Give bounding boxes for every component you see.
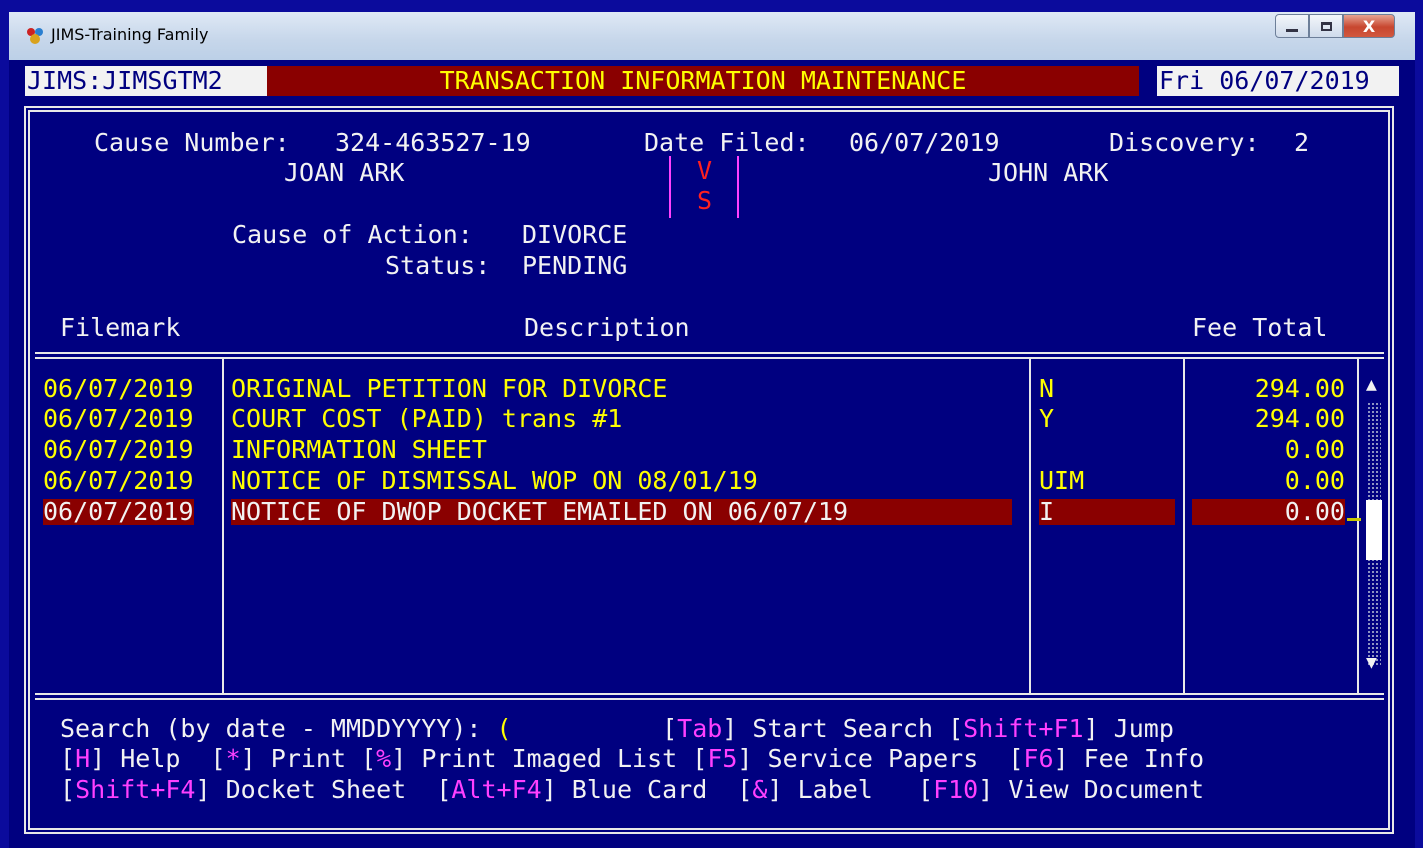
scroll-up-arrow-icon[interactable]: ▲ <box>1366 374 1377 395</box>
row-filemark: 06/07/2019 <box>43 497 194 526</box>
row-fee: 294.00 <box>1254 404 1345 433</box>
docket-sheet-command[interactable]: Docket Sheet <box>226 775 407 804</box>
row-code: UIM <box>1039 466 1085 495</box>
column-header-fee-total: Fee Total <box>1192 313 1328 342</box>
row-code: N <box>1039 374 1055 403</box>
window-controls: X <box>1275 14 1395 38</box>
discovery-value: 2 <box>1294 128 1310 157</box>
cause-number-value: 324-463527-19 <box>335 128 531 157</box>
col-divider-code <box>1029 357 1031 693</box>
row-description: COURT COST (PAID) trans #1 <box>231 404 623 433</box>
screen-title: TRANSACTION INFORMATION MAINTENANCE <box>267 66 1139 96</box>
status-label: Status: <box>385 251 491 280</box>
column-header-description: Description <box>524 313 690 342</box>
help-command[interactable]: Help <box>120 744 180 773</box>
help-key[interactable]: H <box>75 744 90 773</box>
vs-v: V <box>697 156 713 185</box>
row-description: NOTICE OF DISMISSAL WOP ON 08/01/19 <box>231 466 758 495</box>
row-description: INFORMATION SHEET <box>231 435 487 464</box>
close-button[interactable]: X <box>1343 14 1395 38</box>
terminal-console: JIMS:JIMSGTM2 TRANSACTION INFORMATION MA… <box>17 60 1399 840</box>
print-imaged-command[interactable]: Print Imaged List <box>421 744 677 773</box>
minimize-icon <box>1286 28 1298 32</box>
vs-divider-left <box>669 156 671 218</box>
row-fee: 0.00 <box>1192 499 1345 525</box>
maximize-button[interactable] <box>1309 14 1343 38</box>
jims-app-icon <box>27 28 43 44</box>
row-filemark: 06/07/2019 <box>43 466 194 495</box>
blue-card-command[interactable]: Blue Card <box>572 775 707 804</box>
scrollbar-thumb[interactable] <box>1366 500 1382 560</box>
row-fee: 0.00 <box>1284 466 1345 495</box>
docket-key[interactable]: Shift+F4 <box>75 775 195 804</box>
defendant-name: JOHN ARK <box>988 158 1109 187</box>
col-divider-fee <box>1183 357 1185 693</box>
view-document-command[interactable]: View Document <box>1008 775 1204 804</box>
date-filed-label: Date Filed: <box>644 128 810 157</box>
text-cursor <box>1347 518 1361 521</box>
print-imaged-key[interactable]: % <box>376 744 391 773</box>
vs-divider-right <box>737 156 739 218</box>
cause-of-action-value: DIVORCE <box>522 220 628 249</box>
row-description: NOTICE OF DWOP DOCKET EMAILED ON 06/07/1… <box>231 499 1012 525</box>
scroll-down-arrow-icon[interactable]: ▼ <box>1366 652 1377 673</box>
print-command[interactable]: Print <box>271 744 346 773</box>
view-key[interactable]: F10 <box>933 775 978 804</box>
table-top-rule-2 <box>35 357 1384 359</box>
start-search-command[interactable]: Start Search <box>752 714 933 743</box>
discovery-label: Discovery: <box>1109 128 1260 157</box>
row-code: Y <box>1039 404 1055 433</box>
service-key[interactable]: F5 <box>707 744 737 773</box>
command-line-1: [H] Help [*] Print [%] Print Imaged List… <box>60 744 1205 773</box>
table-bottom-rule-2 <box>35 698 1384 700</box>
row-filemark: 06/07/2019 <box>43 435 194 464</box>
window-titlebar[interactable]: JIMS-Training Family X <box>9 12 1415 60</box>
search-label: Search (by date - MMDDYYYY): <box>60 714 482 743</box>
row-description: ORIGINAL PETITION FOR DIVORCE <box>231 374 668 403</box>
command-line-2: [Shift+F4] Docket Sheet [Alt+F4] Blue Ca… <box>60 775 1205 804</box>
row-filemark: 06/07/2019 <box>43 374 194 403</box>
blue-card-key[interactable]: Alt+F4 <box>451 775 541 804</box>
jump-key[interactable]: Shift+F1 <box>963 714 1083 743</box>
date-filed-value: 06/07/2019 <box>849 128 1000 157</box>
plaintiff-name: JOAN ARK <box>284 158 405 187</box>
minimize-button[interactable] <box>1275 14 1309 38</box>
label-key[interactable]: & <box>752 775 767 804</box>
col-divider-scroll <box>1357 357 1359 693</box>
service-papers-command[interactable]: Service Papers <box>768 744 979 773</box>
label-command[interactable]: Label <box>798 775 873 804</box>
row-fee: 0.00 <box>1284 435 1345 464</box>
program-id: JIMS:JIMSGTM2 <box>25 66 267 96</box>
status-value: PENDING <box>522 251 628 280</box>
cause-number-label: Cause Number: <box>94 128 290 157</box>
table-top-rule <box>35 352 1384 354</box>
tab-key[interactable]: Tab <box>677 714 722 743</box>
col-divider-filemark <box>222 357 224 693</box>
column-header-filemark: Filemark <box>60 313 181 342</box>
table-bottom-rule <box>35 693 1384 695</box>
window-title: JIMS-Training Family <box>51 25 209 44</box>
close-icon: X <box>1362 16 1376 36</box>
search-input[interactable]: ( <box>497 714 512 743</box>
row-fee: 294.00 <box>1254 374 1345 403</box>
header-date: Fri 06/07/2019 <box>1157 66 1399 96</box>
print-key[interactable]: * <box>226 744 241 773</box>
row-code: I <box>1039 499 1175 525</box>
row-filemark: 06/07/2019 <box>43 404 194 433</box>
screen-header: JIMS:JIMSGTM2 TRANSACTION INFORMATION MA… <box>17 66 1399 96</box>
search-line: Search (by date - MMDDYYYY): ( [Tab] Sta… <box>60 714 1174 743</box>
fee-info-command[interactable]: Fee Info <box>1084 744 1204 773</box>
vs-s: S <box>697 186 713 215</box>
fee-key[interactable]: F6 <box>1023 744 1053 773</box>
cause-of-action-label: Cause of Action: <box>232 220 473 249</box>
maximize-icon <box>1320 21 1332 31</box>
jump-command[interactable]: Jump <box>1114 714 1174 743</box>
